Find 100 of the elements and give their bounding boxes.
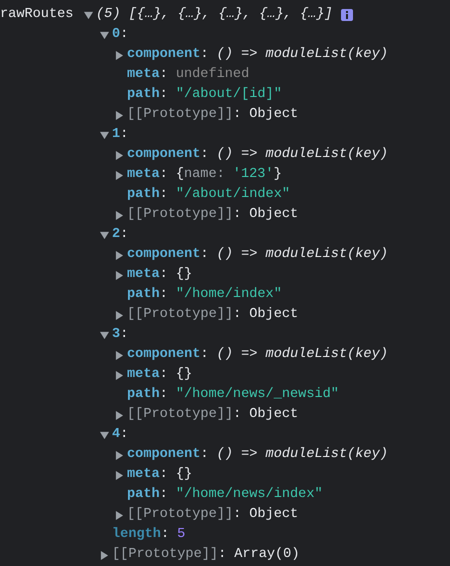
property-key: meta xyxy=(127,264,160,286)
brace: } xyxy=(274,166,282,184)
key-separator: : xyxy=(160,86,168,104)
expand-triangle-icon[interactable] xyxy=(115,370,124,380)
key-separator: : xyxy=(233,306,242,324)
key-separator: : xyxy=(120,426,128,444)
property-key: path xyxy=(127,484,160,506)
string-value: "/home/news/index" xyxy=(176,486,323,504)
collapse-triangle-icon[interactable] xyxy=(100,130,109,140)
string-value: '123' xyxy=(232,166,274,184)
type-value: Object xyxy=(249,406,298,424)
collapse-triangle-icon[interactable] xyxy=(100,430,109,440)
type-value: Object xyxy=(249,206,298,224)
string-value: "/home/news/_newsid" xyxy=(176,386,339,404)
string-value: "/about/index" xyxy=(176,186,290,204)
key-separator: : xyxy=(160,526,170,544)
brace: } xyxy=(184,266,192,284)
variable-label: rawRoutes xyxy=(0,6,74,24)
key-separator: : xyxy=(160,186,168,204)
expand-triangle-icon[interactable] xyxy=(115,170,124,180)
key-separator: : xyxy=(218,546,226,564)
expand-triangle-icon[interactable] xyxy=(115,150,124,160)
property-key: [[Prototype]] xyxy=(127,404,234,426)
property-key: [[Prototype]] xyxy=(112,544,218,566)
property-key: 1 xyxy=(112,124,120,146)
expand-triangle-icon[interactable] xyxy=(115,410,124,420)
string-value: "/about/[id]" xyxy=(176,86,282,104)
brace: } xyxy=(184,466,192,484)
type-value: Array(0) xyxy=(234,546,300,564)
collapse-triangle-icon[interactable] xyxy=(100,330,109,340)
expand-triangle-icon[interactable] xyxy=(115,350,124,360)
property-key: component xyxy=(127,44,200,66)
key-separator: : xyxy=(200,446,209,464)
function-value: () => moduleList(key) xyxy=(216,146,388,164)
expand-triangle-icon[interactable] xyxy=(115,310,124,320)
property-key: length xyxy=(112,524,161,546)
property-key: meta xyxy=(127,364,160,386)
undefined-value: undefined xyxy=(176,66,250,84)
key-separator: : xyxy=(200,146,209,164)
expand-triangle-icon[interactable] xyxy=(115,110,124,120)
key-separator: : xyxy=(160,486,168,504)
property-key: component xyxy=(127,444,200,466)
property-key: meta xyxy=(127,64,160,86)
key-separator: : xyxy=(233,506,242,524)
property-key: path xyxy=(127,284,160,306)
property-key: 0 xyxy=(112,24,120,46)
key-separator: : xyxy=(160,66,168,84)
key-separator: : xyxy=(200,46,209,64)
type-value: Object xyxy=(249,506,298,524)
property-key: 4 xyxy=(112,424,120,446)
function-value: () => moduleList(key) xyxy=(216,246,388,264)
key-separator: : xyxy=(233,406,242,424)
expand-triangle-icon[interactable] xyxy=(115,470,124,480)
property-key: [[Prototype]] xyxy=(127,104,234,126)
function-value: () => moduleList(key) xyxy=(216,446,388,464)
key-separator: : xyxy=(160,366,168,384)
key-separator: : xyxy=(160,286,168,304)
brace: { xyxy=(176,166,184,184)
expand-triangle-icon[interactable] xyxy=(115,250,124,260)
collapse-triangle-icon[interactable] xyxy=(100,230,109,240)
expand-triangle-icon[interactable] xyxy=(115,270,124,280)
key-separator: : xyxy=(160,266,168,284)
brace: { xyxy=(176,266,184,284)
key-separator: : xyxy=(233,206,242,224)
collapse-triangle-icon[interactable] xyxy=(100,30,109,40)
key-separator: : xyxy=(160,466,168,484)
expand-triangle-icon[interactable] xyxy=(115,450,124,460)
property-key: component xyxy=(127,344,200,366)
expand-triangle-icon[interactable] xyxy=(115,50,124,60)
entry-key: name: xyxy=(184,164,225,186)
expand-triangle-icon[interactable] xyxy=(100,550,109,560)
property-key: [[Prototype]] xyxy=(127,204,234,226)
property-key: [[Prototype]] xyxy=(127,504,234,526)
collapse-triangle-icon[interactable] xyxy=(84,10,93,20)
property-key: path xyxy=(127,84,160,106)
key-separator: : xyxy=(120,226,128,244)
property-key: [[Prototype]] xyxy=(127,304,234,326)
property-key: component xyxy=(127,244,200,266)
function-value: () => moduleList(key) xyxy=(216,46,388,64)
type-value: Object xyxy=(249,306,298,324)
key-separator: : xyxy=(120,26,128,44)
property-key: component xyxy=(127,144,200,166)
function-value: () => moduleList(key) xyxy=(216,346,388,364)
property-key: 3 xyxy=(112,324,120,346)
brace: } xyxy=(184,366,192,384)
expand-triangle-icon[interactable] xyxy=(115,210,124,220)
string-value: "/home/index" xyxy=(176,286,282,304)
brace: { xyxy=(176,366,184,384)
type-value: Object xyxy=(249,106,298,124)
info-icon[interactable] xyxy=(340,9,353,21)
property-key: meta xyxy=(127,464,160,486)
property-key: path xyxy=(127,184,160,206)
property-key: path xyxy=(127,384,160,406)
key-separator: : xyxy=(200,346,209,364)
number-value: 5 xyxy=(177,526,186,544)
property-key: 2 xyxy=(112,224,120,246)
key-separator: : xyxy=(233,106,242,124)
expand-triangle-icon[interactable] xyxy=(115,510,124,520)
property-key: meta xyxy=(127,164,160,186)
brace: { xyxy=(176,466,184,484)
